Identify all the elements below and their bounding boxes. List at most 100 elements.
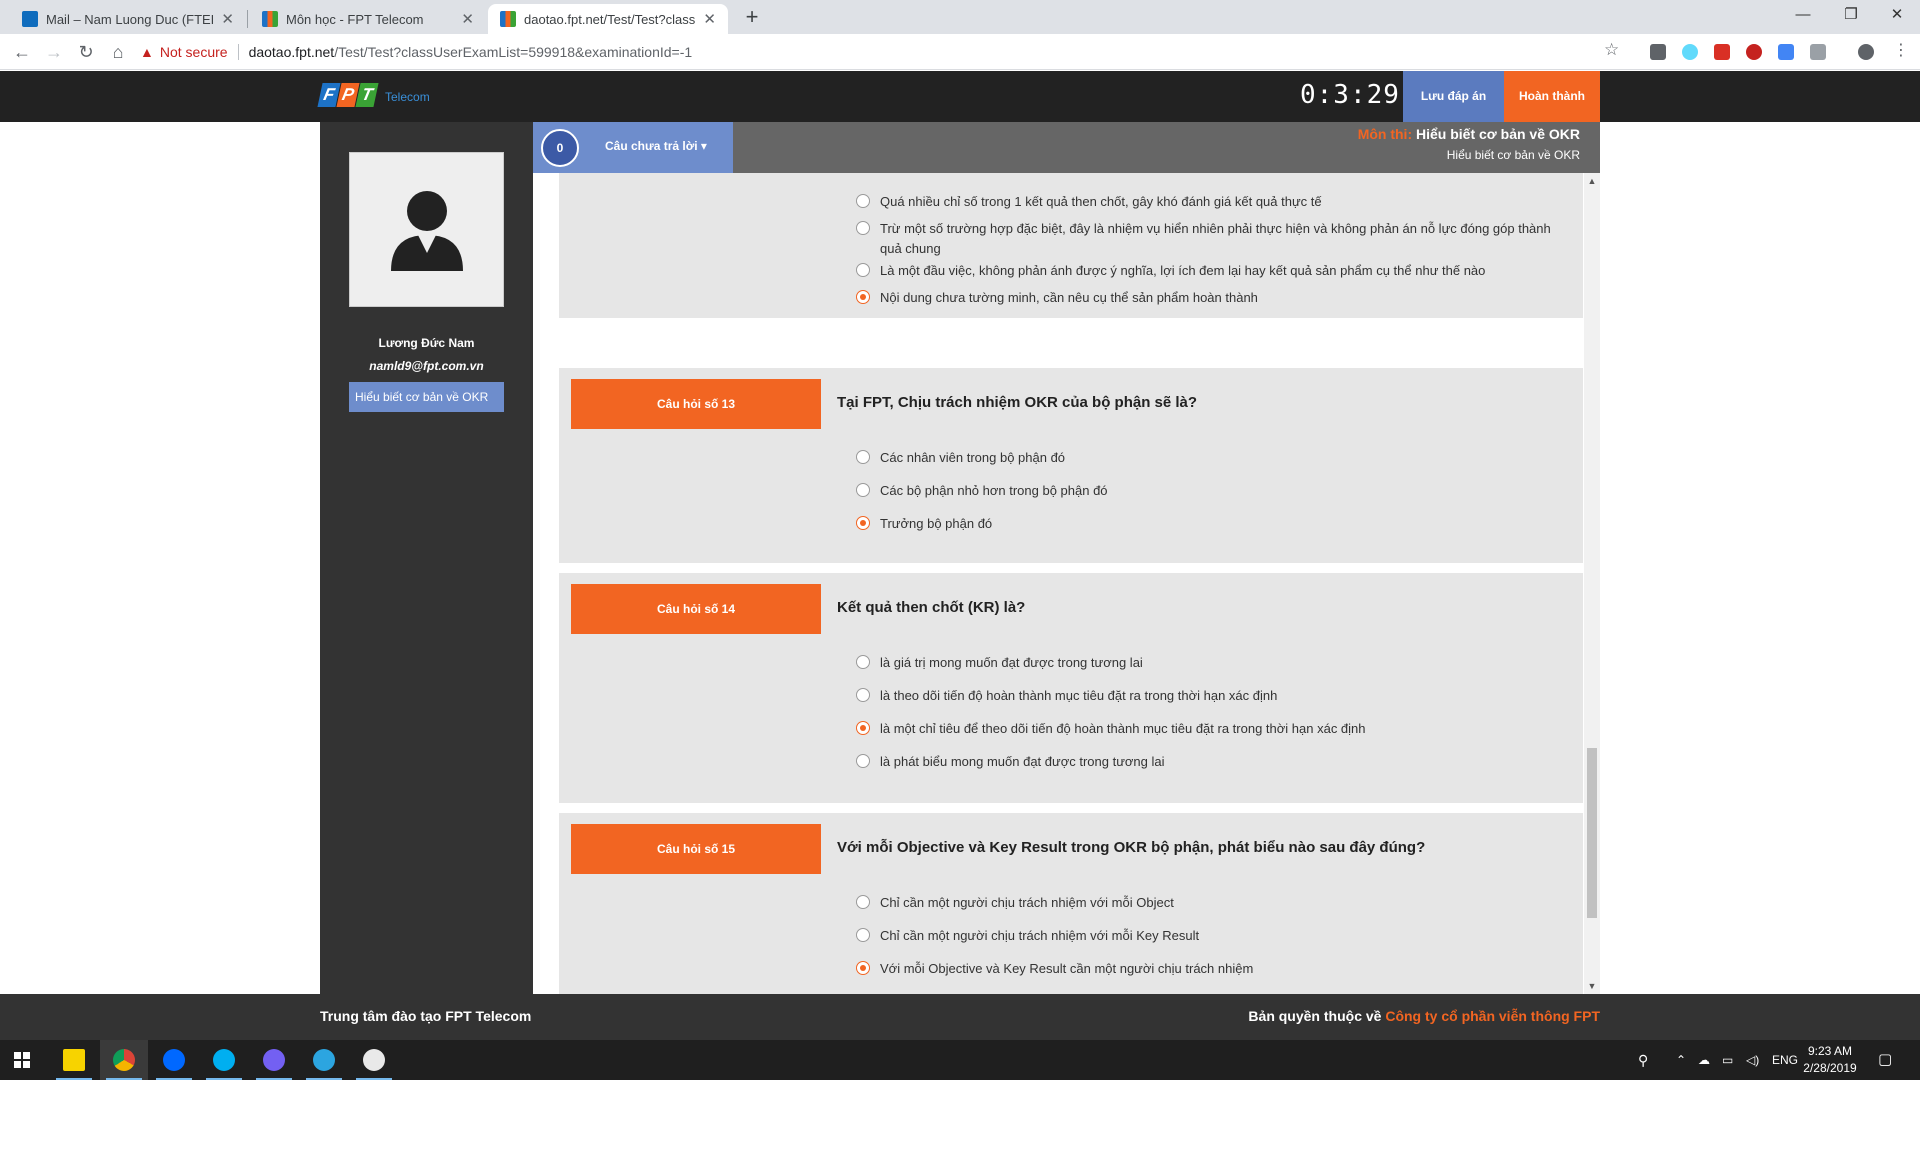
security-label[interactable]: Not secure	[160, 44, 228, 60]
site-header: F P T Telecom 0:3:29	[0, 71, 1920, 122]
unanswered-dropdown[interactable]: 0 Câu chưa trả lời ▾	[533, 122, 733, 173]
answer-text: Quá nhiều chỉ số trong 1 kết quả then ch…	[880, 194, 1322, 209]
answer-option[interactable]: Chỉ cần một người chịu trách nhiệm với m…	[856, 893, 1576, 913]
radio-button[interactable]	[856, 895, 870, 909]
fpt-logo[interactable]: F P T Telecom	[317, 83, 430, 107]
close-icon[interactable]: ✕	[461, 10, 474, 28]
finish-button[interactable]: Hoàn thành	[1504, 71, 1600, 122]
skype-icon[interactable]	[200, 1040, 248, 1080]
close-window-icon[interactable]: ✕	[1874, 0, 1920, 30]
tab-title: Mail – Nam Luong Duc (FTEL NC	[46, 11, 213, 27]
answer-option[interactable]: Chỉ cần một người chịu trách nhiệm với m…	[856, 926, 1576, 946]
new-tab-button[interactable]: +	[738, 4, 766, 32]
answer-option[interactable]: Nội dung chưa tường minh, cần nêu cụ thể…	[856, 288, 1576, 308]
radio-button[interactable]	[856, 655, 870, 669]
onedrive-icon[interactable]: ☁	[1698, 1040, 1710, 1080]
app-icon	[63, 1049, 85, 1071]
system-clock[interactable]: 9:23 AM 2/28/2019	[1795, 1043, 1865, 1077]
tab-test[interactable]: daotao.fpt.net/Test/Test?classUse ✕	[488, 4, 728, 34]
paint-icon[interactable]	[350, 1040, 398, 1080]
back-icon[interactable]: ←	[10, 40, 34, 64]
minimize-icon[interactable]: —	[1780, 0, 1826, 30]
radio-button-selected[interactable]	[856, 516, 870, 530]
radio-button[interactable]	[856, 450, 870, 464]
url-path: /Test/Test?classUserExamList=599918&exam…	[334, 44, 693, 60]
menu-icon[interactable]: ⋮	[1893, 40, 1909, 60]
radio-button-selected[interactable]	[856, 721, 870, 735]
windows-start-icon[interactable]	[14, 1052, 30, 1068]
bookmark-star-icon[interactable]: ☆	[1604, 40, 1619, 60]
sticky-notes-icon[interactable]	[50, 1040, 98, 1080]
divider	[237, 44, 239, 60]
answer-option[interactable]: Các bộ phận nhỏ hơn trong bộ phận đó	[856, 481, 1576, 501]
answer-option[interactable]: Là một đầu việc, không phản ánh được ý n…	[856, 261, 1576, 281]
exam-info-bar: 0 Câu chưa trả lời ▾ Môn thi: Hiểu biết …	[533, 122, 1600, 173]
tab-mon-hoc[interactable]: Môn học - FPT Telecom ✕	[250, 4, 486, 34]
company-link[interactable]: Công ty cổ phần viễn thông FPT	[1385, 1008, 1600, 1024]
radio-button[interactable]	[856, 754, 870, 768]
home-icon[interactable]: ⌂	[106, 40, 130, 64]
radio-button[interactable]	[856, 483, 870, 497]
translate-icon[interactable]	[1778, 44, 1794, 60]
question-card: Câu hỏi số 15 Với mỗi Objective và Key R…	[559, 813, 1583, 994]
react-devtools-icon[interactable]	[1682, 44, 1698, 60]
radio-button[interactable]	[856, 688, 870, 702]
radio-button-selected[interactable]	[856, 290, 870, 304]
answer-text: Với mỗi Objective và Key Result cần một …	[880, 961, 1254, 976]
telegram-icon[interactable]	[300, 1040, 348, 1080]
app-icon	[263, 1049, 285, 1071]
volume-icon[interactable]: ◁)	[1746, 1040, 1759, 1080]
restore-icon[interactable]: ❐	[1828, 0, 1874, 30]
save-answers-button[interactable]: Lưu đáp án	[1403, 71, 1504, 122]
extension-icon[interactable]	[1810, 44, 1826, 60]
answer-option[interactable]: Với mỗi Objective và Key Result cần một …	[856, 959, 1576, 979]
answer-option[interactable]: là phát biểu mong muốn đạt được trong tư…	[856, 752, 1576, 772]
forward-icon[interactable]: →	[42, 40, 66, 64]
scrollbar[interactable]: ▲ ▼	[1584, 173, 1600, 994]
tab-mail[interactable]: Mail – Nam Luong Duc (FTEL NC ✕	[10, 4, 246, 34]
question-text: Kết quả then chốt (KR) là?	[837, 599, 1026, 616]
answer-option[interactable]: là giá trị mong muốn đạt được trong tươn…	[856, 653, 1576, 673]
fpt-favicon-icon	[262, 11, 278, 27]
radio-button[interactable]	[856, 263, 870, 277]
taskbar: ⚲ ⌃ ☁ ▭ ◁) ENG 9:23 AM 2/28/2019 ▢	[0, 1040, 1920, 1080]
subject-badge[interactable]: Hiểu biết cơ bản về OKR	[349, 382, 504, 412]
chevron-up-icon[interactable]: ⌃	[1676, 1040, 1686, 1080]
user-icon	[391, 191, 463, 271]
chrome-icon[interactable]	[100, 1040, 148, 1080]
radio-button[interactable]	[856, 194, 870, 208]
radio-button-selected[interactable]	[856, 961, 870, 975]
footer-copyright: Bản quyền thuộc về Công ty cổ phần viễn …	[1248, 1008, 1600, 1024]
url-host: daotao.fpt.net	[248, 44, 335, 60]
close-icon[interactable]: ✕	[703, 10, 716, 28]
question-card: Câu hỏi số 14 Kết quả then chốt (KR) là?…	[559, 573, 1583, 803]
answer-option[interactable]: là một chỉ tiêu để theo dõi tiến độ hoàn…	[856, 719, 1576, 739]
answer-option[interactable]: Trưởng bộ phận đó	[856, 514, 1576, 534]
user-email: namld9@fpt.com.vn	[369, 359, 484, 373]
profile-avatar-icon[interactable]	[1858, 44, 1874, 60]
answer-text: Các bộ phận nhỏ hơn trong bộ phận đó	[880, 483, 1108, 498]
radio-button[interactable]	[856, 221, 870, 235]
reload-icon[interactable]: ↻	[74, 40, 98, 64]
notifications-icon[interactable]: ▢	[1878, 1040, 1892, 1080]
close-icon[interactable]: ✕	[221, 10, 234, 28]
network-icon[interactable]: ▭	[1722, 1040, 1733, 1080]
question-list: Quá nhiều chỉ số trong 1 kết quả then ch…	[533, 173, 1600, 994]
scrollbar-thumb[interactable]	[1587, 748, 1597, 918]
radio-button[interactable]	[856, 928, 870, 942]
viber-icon[interactable]	[250, 1040, 298, 1080]
unanswered-label[interactable]: Câu chưa trả lời ▾	[605, 139, 707, 153]
address-bar[interactable]: ▲ Not secure daotao.fpt.net /Test/Test?c…	[140, 39, 1640, 65]
zalo-icon[interactable]	[150, 1040, 198, 1080]
scroll-up-icon[interactable]: ▲	[1584, 173, 1600, 189]
eyedropper-icon[interactable]	[1650, 44, 1666, 60]
scroll-down-icon[interactable]: ▼	[1584, 978, 1600, 994]
pdf-extension-icon[interactable]	[1714, 44, 1730, 60]
answer-option[interactable]: là theo dõi tiến độ hoàn thành mục tiêu …	[856, 686, 1576, 706]
adblock-icon[interactable]	[1746, 44, 1762, 60]
answer-option[interactable]: Quá nhiều chỉ số trong 1 kết quả then ch…	[856, 192, 1576, 212]
people-icon[interactable]: ⚲	[1638, 1040, 1648, 1080]
answer-option[interactable]: Trừ một số trường hợp đặc biệt, đây là n…	[856, 219, 1576, 259]
copyright-prefix: Bản quyền thuộc về	[1248, 1008, 1382, 1024]
answer-option[interactable]: Các nhân viên trong bộ phận đó	[856, 448, 1576, 468]
